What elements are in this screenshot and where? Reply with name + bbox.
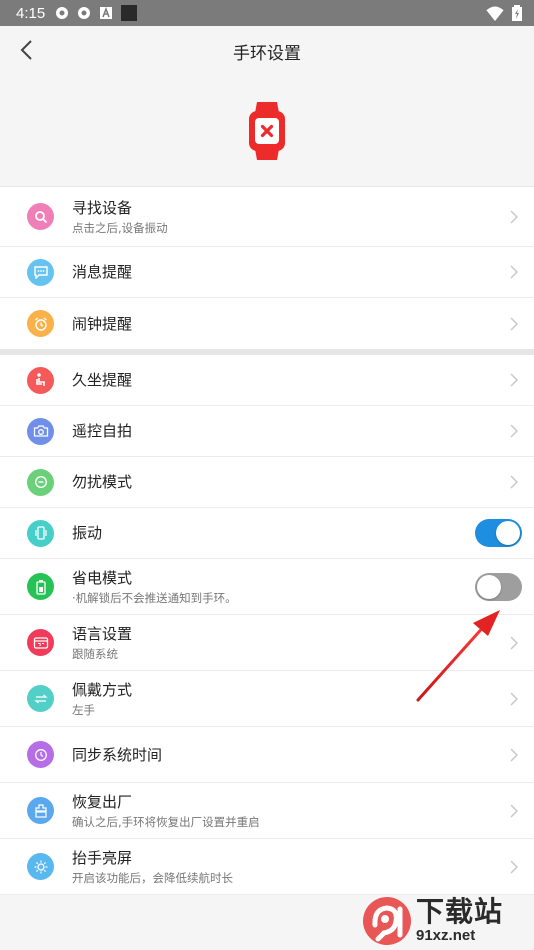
raise-to-wake-subtitle: 开启该功能后，会降低续航时长 <box>72 870 233 885</box>
site-watermark: 下载站 91xz.net <box>360 894 530 948</box>
alarm-reminder-row[interactable]: 闹钟提醒 <box>0 298 534 349</box>
chevron-right-icon <box>508 747 520 763</box>
factory-reset-label: 恢复出厂 <box>72 792 133 811</box>
factory-reset-subtitle: 确认之后,手环将恢复出厂设置并重启 <box>72 814 260 829</box>
camera-icon <box>27 417 54 445</box>
watermark-url: 91xz.net <box>416 927 476 944</box>
square-notification-icon <box>121 5 138 21</box>
power-saving-label: 省电模式 <box>72 568 133 587</box>
vibration-label: 振动 <box>72 524 103 542</box>
search-icon <box>27 203 54 230</box>
chevron-right-icon <box>508 474 520 490</box>
status-time: 4:15 <box>16 4 46 22</box>
raise-to-wake-label: 抬手亮屏 <box>72 848 133 867</box>
app-notification-icon-2 <box>78 7 91 19</box>
sitting-icon <box>27 366 54 394</box>
find-device-subtitle: 点击之后,设备振动 <box>72 220 168 235</box>
toggle-knob <box>477 574 501 599</box>
power-saving-row: 省电模式 ·机解锁后不会推送通知到手环。 <box>0 559 534 615</box>
chevron-right-icon <box>508 209 520 225</box>
sync-time-label: 同步系统时间 <box>72 745 163 764</box>
power-saving-subtitle: ·机解锁后不会推送通知到手环。 <box>72 590 237 605</box>
message-reminder-row[interactable]: 消息提醒 <box>0 247 534 298</box>
battery-icon <box>27 573 54 600</box>
chevron-right-icon <box>508 691 520 707</box>
app-header: 手环设置 <box>0 26 534 76</box>
language-value: 跟随系统 <box>72 646 118 661</box>
chevron-right-icon <box>508 859 520 875</box>
vibration-toggle[interactable] <box>475 519 522 547</box>
swap-icon <box>27 685 54 712</box>
wearing-mode-row[interactable]: 佩戴方式 左手 <box>0 671 534 727</box>
clock-icon <box>27 741 54 768</box>
chevron-right-icon <box>508 635 520 651</box>
status-bar: 4:15 <box>0 0 534 26</box>
chevron-right-icon <box>508 316 520 332</box>
sedentary-reminder-label: 久坐提醒 <box>72 371 133 389</box>
raise-to-wake-row[interactable]: 抬手亮屏 开启该功能后，会降低续航时长 <box>0 839 534 895</box>
watermark-title: 下载站 <box>416 895 504 928</box>
remote-selfie-label: 遥控自拍 <box>72 422 133 440</box>
language-label: 语言设置 <box>72 624 133 643</box>
language-icon <box>27 629 54 656</box>
find-device-row[interactable]: 寻找设备 点击之后,设备振动 <box>0 187 534 247</box>
wearing-mode-label: 佩戴方式 <box>72 680 133 699</box>
do-not-disturb-label: 勿扰模式 <box>72 473 133 491</box>
sync-time-row[interactable]: 同步系统时间 <box>0 727 534 783</box>
phone-vibrate-icon <box>27 519 54 547</box>
chevron-right-icon <box>508 264 520 280</box>
band-disconnected-icon <box>249 102 285 160</box>
app-notification-icon <box>56 7 69 19</box>
vibration-row: 振动 <box>0 508 534 559</box>
battery-status-icon <box>512 5 522 21</box>
alarm-icon <box>27 310 54 337</box>
page-title: 手环设置 <box>233 43 301 64</box>
wearing-mode-value: 左手 <box>72 702 95 717</box>
message-reminder-label: 消息提醒 <box>72 263 133 281</box>
settings-group-2: 久坐提醒 遥控自拍 勿扰模式 振动 省电模式 ·机解锁后不会推送通知到手环。 语… <box>0 355 534 895</box>
a-app-icon <box>100 6 113 19</box>
device-illustration <box>0 76 534 186</box>
chevron-right-icon <box>508 423 520 439</box>
toggle-knob <box>496 521 520 545</box>
back-arrow-icon <box>20 40 32 60</box>
factory-reset-row[interactable]: 恢复出厂 确认之后,手环将恢复出厂设置并重启 <box>0 783 534 839</box>
chevron-right-icon <box>508 372 520 388</box>
chat-icon <box>27 258 54 286</box>
wifi-icon <box>486 6 504 21</box>
back-button[interactable] <box>12 36 40 64</box>
dnd-icon <box>27 468 54 496</box>
watermark-logo <box>363 897 411 945</box>
chevron-right-icon <box>508 803 520 819</box>
find-device-label: 寻找设备 <box>72 198 133 217</box>
sun-icon <box>27 853 54 880</box>
settings-group-1: 寻找设备 点击之后,设备振动 消息提醒 闹钟提醒 <box>0 186 534 349</box>
remote-selfie-row[interactable]: 遥控自拍 <box>0 406 534 457</box>
reset-icon <box>27 797 54 824</box>
language-row[interactable]: 语言设置 跟随系统 <box>0 615 534 671</box>
do-not-disturb-row[interactable]: 勿扰模式 <box>0 457 534 508</box>
sedentary-reminder-row[interactable]: 久坐提醒 <box>0 355 534 406</box>
alarm-reminder-label: 闹钟提醒 <box>72 314 133 333</box>
power-saving-toggle[interactable] <box>475 572 522 601</box>
